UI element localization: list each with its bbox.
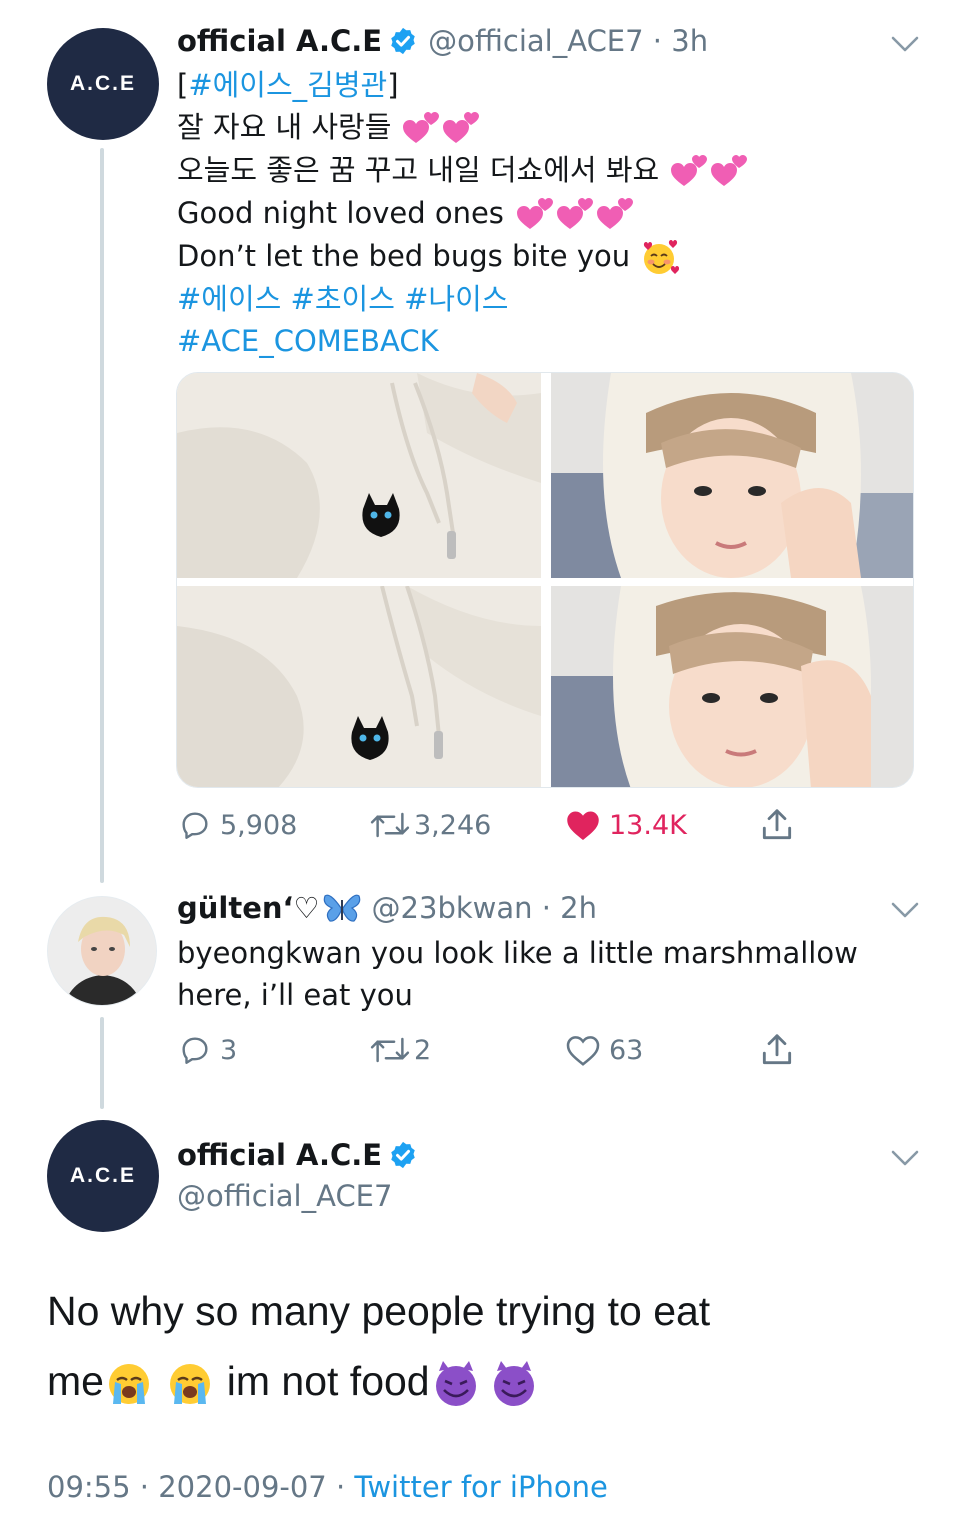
text-line: here, i’ll eat you — [177, 978, 413, 1012]
verified-badge-icon — [391, 27, 415, 55]
tweet-text: [#에이스_김병관] 잘 자요 내 사랑들 오늘도 좋은 꿈 꾸고 내일 더쇼에… — [177, 64, 750, 362]
chevron-down-icon[interactable] — [890, 1148, 920, 1168]
smiling-devil-icon — [493, 1361, 534, 1407]
retweet-icon — [370, 812, 410, 838]
share-action[interactable] — [758, 806, 796, 844]
two-hearts-icon — [671, 155, 748, 186]
text-line: 잘 자요 내 사랑들 — [177, 106, 750, 149]
reply-action[interactable]: 5,908 — [178, 808, 297, 842]
hoodie-photo-illustration — [177, 373, 541, 578]
loudly-crying-face-icon — [170, 1364, 211, 1405]
heart-filled-icon — [567, 811, 599, 840]
author-name[interactable]: official A.C.E — [177, 24, 382, 58]
like-count: 13.4K — [609, 809, 687, 841]
text-line: Don’t let the bed bugs bite you — [177, 235, 750, 278]
thread-line-1 — [100, 148, 104, 883]
main-tweet-text: No why so many people trying to eat me i… — [47, 1276, 710, 1416]
verified-badge-icon — [391, 1141, 415, 1169]
retweet-count: 2 — [414, 1034, 432, 1066]
butterfly-icon — [323, 894, 360, 922]
reply-icon — [182, 1037, 208, 1064]
avatar-logo-text: A.C.E — [69, 1164, 136, 1187]
reply-action[interactable]: 3 — [178, 1033, 237, 1067]
author-handle-time[interactable]: @official_ACE7 · 3h — [428, 24, 708, 58]
smiling-face-with-hearts-icon — [644, 240, 680, 274]
reply-header: gülten‘♡ @23bkwan · 2h — [177, 890, 597, 926]
like-count: 63 — [609, 1034, 644, 1066]
hashtag-link[interactable]: #ACE_COMEBACK — [177, 324, 439, 358]
like-action[interactable]: 63 — [565, 1033, 643, 1067]
heart-outline-icon — [566, 1036, 600, 1066]
user-avatar[interactable] — [47, 896, 157, 1006]
photo-hoodie-2[interactable] — [177, 586, 541, 787]
photo-hoodie-1[interactable] — [177, 373, 541, 578]
text-line: byeongkwan you look like a little marshm… — [177, 936, 858, 970]
hashtag-link[interactable]: #에이스_김병관 — [188, 68, 387, 102]
text-line: No why so many people trying to eat — [47, 1288, 711, 1334]
two-hearts-icon — [517, 198, 634, 229]
reply-text: byeongkwan you look like a little marshm… — [177, 932, 858, 1016]
ace-avatar[interactable]: A.C.E — [47, 28, 159, 140]
share-icon — [762, 809, 792, 840]
hashtags-line: #ACE_COMEBACK — [177, 320, 750, 362]
text-line: [#에이스_김병관] — [177, 68, 399, 102]
reply-icon — [182, 812, 208, 839]
chevron-down-icon[interactable] — [890, 900, 920, 920]
avatar-logo-text: A.C.E — [69, 72, 136, 95]
hoodie-photo-illustration — [177, 586, 541, 787]
smiling-devil-icon — [435, 1361, 476, 1407]
retweet-count: 3,246 — [414, 809, 492, 841]
reply-handle-time[interactable]: @23bkwan · 2h — [372, 891, 597, 925]
tweet-header: official A.C.E @official_ACE7 · 3h — [177, 24, 708, 58]
tweet-meta: 09:55 · 2020-09-07 · Twitter for iPhone — [47, 1470, 608, 1504]
main-tweet-header: official A.C.E — [177, 1138, 418, 1172]
selfie-photo-illustration — [551, 373, 913, 578]
reply-count: 3 — [220, 1034, 238, 1066]
retweet-action[interactable]: 3,246 — [368, 808, 491, 842]
retweet-action[interactable]: 2 — [368, 1033, 431, 1067]
two-hearts-icon — [402, 112, 479, 143]
share-action[interactable] — [758, 1031, 796, 1069]
loudly-crying-face-icon — [108, 1364, 149, 1405]
hashtag-links[interactable]: #에이스 #초이스 #나이스 — [177, 282, 508, 316]
thread-line-2 — [100, 1017, 104, 1109]
avatar-photo — [48, 897, 156, 1005]
text-line: 오늘도 좋은 꿈 꾸고 내일 더쇼에서 봐요 — [177, 149, 750, 192]
main-author-handle[interactable]: @official_ACE7 — [177, 1175, 392, 1217]
share-icon — [762, 1034, 792, 1065]
photo-grid[interactable] — [176, 372, 914, 788]
photo-selfie-1[interactable] — [551, 373, 913, 578]
like-action[interactable]: 13.4K — [565, 808, 687, 842]
ace-avatar[interactable]: A.C.E — [47, 1120, 159, 1232]
reply-count: 5,908 — [220, 809, 298, 841]
source-link[interactable]: Twitter for iPhone — [354, 1470, 607, 1504]
reply-author-name[interactable]: gülten‘♡ — [177, 891, 320, 925]
hashtags-line: #에이스 #초이스 #나이스 — [177, 278, 750, 320]
text-line: me im not food — [47, 1346, 710, 1416]
retweet-icon — [370, 1037, 410, 1063]
author-name[interactable]: official A.C.E — [177, 1138, 382, 1172]
text-line: Good night loved ones — [177, 192, 750, 235]
timestamp[interactable]: 09:55 · 2020-09-07 · — [47, 1470, 354, 1504]
chevron-down-icon[interactable] — [890, 34, 920, 54]
photo-selfie-2[interactable] — [551, 586, 913, 787]
selfie-photo-illustration — [551, 586, 913, 787]
